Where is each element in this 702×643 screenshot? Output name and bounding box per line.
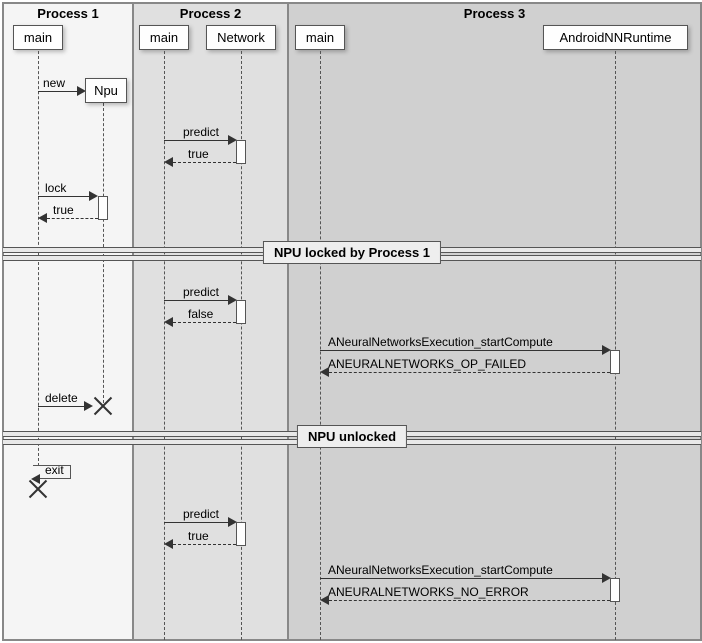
msg-predict: predict — [183, 507, 219, 521]
arrow — [320, 350, 606, 351]
arrow — [173, 544, 236, 545]
msg-start-compute: ANeuralNetworksExecution_startCompute — [328, 335, 553, 349]
arrow — [173, 322, 236, 323]
msg-op-failed: ANEURALNETWORKS_OP_FAILED — [328, 357, 526, 371]
activation-bar — [98, 196, 108, 220]
msg-true: true — [53, 203, 74, 217]
sequence-diagram: Process 1 Process 2 Process 3 main main … — [2, 2, 702, 641]
participant-main-p3: main — [295, 25, 345, 50]
participant-main-p1: main — [13, 25, 63, 50]
divider-label: NPU locked by Process 1 — [263, 241, 441, 264]
arrow-head-icon — [164, 317, 173, 327]
arrow — [329, 600, 610, 601]
arrow — [47, 218, 98, 219]
arrow-head-icon — [84, 401, 93, 411]
activation-bar — [610, 350, 620, 374]
arrow — [164, 522, 232, 523]
arrow-head-icon — [164, 157, 173, 167]
arrow-head-icon — [164, 539, 173, 549]
lifeline — [615, 51, 616, 640]
arrow — [164, 140, 232, 141]
arrow — [320, 578, 606, 579]
lifeline — [320, 51, 321, 640]
msg-no-error: ANEURALNETWORKS_NO_ERROR — [328, 585, 529, 599]
arrow-head-icon — [38, 213, 47, 223]
msg-new: new — [43, 76, 65, 90]
msg-predict: predict — [183, 125, 219, 139]
arrow — [38, 91, 81, 92]
activation-bar — [236, 140, 246, 164]
destroy-icon — [28, 479, 48, 499]
msg-delete: delete — [45, 391, 78, 405]
msg-true: true — [188, 529, 209, 543]
msg-lock: lock — [45, 181, 66, 195]
participant-network: Network — [206, 25, 276, 50]
arrow — [164, 300, 232, 301]
participant-npu: Npu — [85, 78, 127, 103]
group-title: Process 2 — [134, 4, 287, 23]
activation-bar — [236, 522, 246, 546]
activation-bar — [610, 578, 620, 602]
arrow — [38, 406, 88, 407]
group-title: Process 3 — [289, 4, 700, 23]
participant-main-p2: main — [139, 25, 189, 50]
group-title: Process 1 — [4, 4, 132, 23]
msg-start-compute: ANeuralNetworksExecution_startCompute — [328, 563, 553, 577]
arrow — [38, 196, 93, 197]
participant-androidnnruntime: AndroidNNRuntime — [543, 25, 688, 50]
msg-true: true — [188, 147, 209, 161]
divider-label: NPU unlocked — [297, 425, 407, 448]
arrow — [329, 372, 610, 373]
arrow-head-icon — [89, 191, 98, 201]
arrow-head-icon — [320, 595, 329, 605]
destroy-icon — [93, 396, 113, 416]
lifeline — [103, 103, 104, 403]
msg-false: false — [188, 307, 213, 321]
arrow-head-icon — [320, 367, 329, 377]
activation-bar — [236, 300, 246, 324]
arrow — [173, 162, 236, 163]
msg-predict: predict — [183, 285, 219, 299]
group-process-3: Process 3 — [288, 3, 701, 640]
